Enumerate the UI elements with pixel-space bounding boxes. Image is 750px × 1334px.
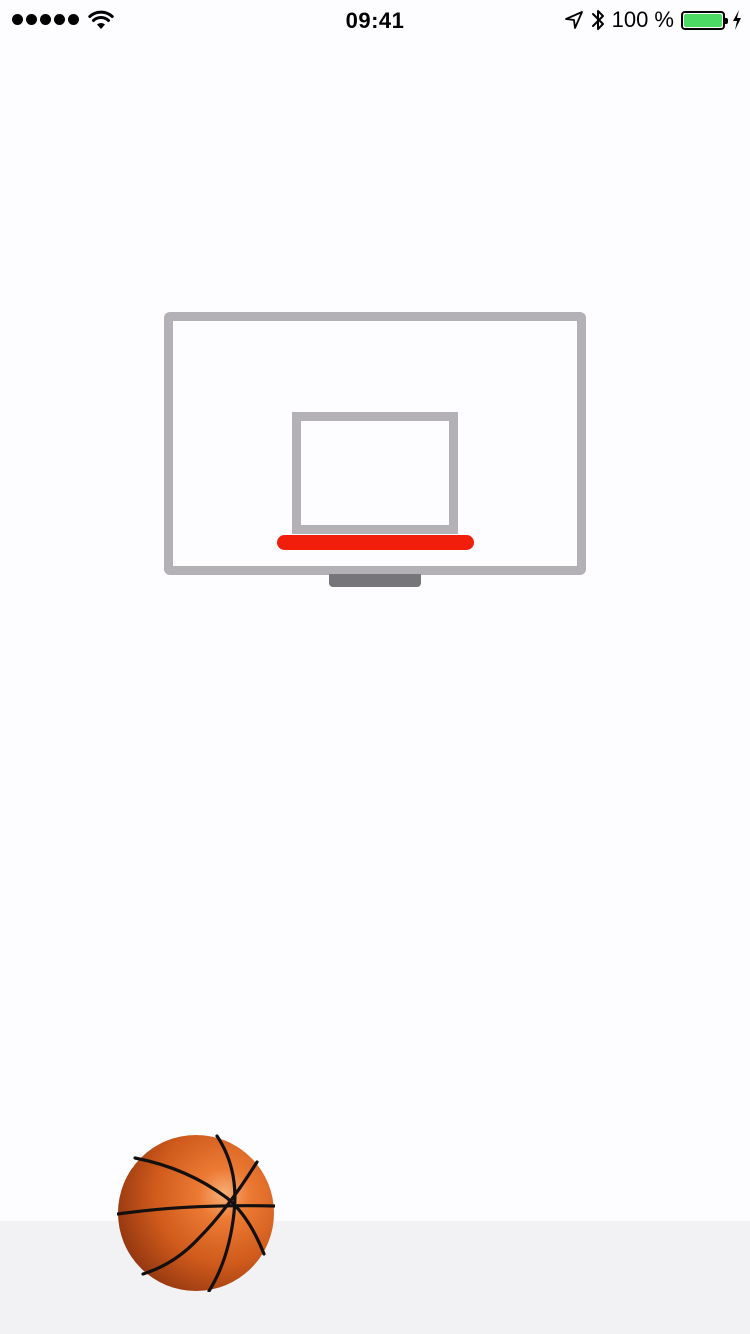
battery-level-fill	[684, 13, 722, 27]
battery-percentage: 100 %	[611, 7, 674, 32]
status-bar: 09:41 100 %	[0, 0, 750, 40]
backboard-target-square	[292, 412, 458, 534]
hoop-rim	[277, 535, 474, 550]
game-court	[0, 0, 750, 1334]
bluetooth-icon	[591, 10, 604, 30]
basketball[interactable]	[117, 1134, 275, 1292]
court-floor	[0, 1221, 750, 1334]
battery-icon	[681, 10, 728, 30]
hoop-bracket	[329, 574, 421, 587]
charging-bolt-icon	[733, 10, 741, 30]
location-arrow-icon	[564, 11, 583, 29]
